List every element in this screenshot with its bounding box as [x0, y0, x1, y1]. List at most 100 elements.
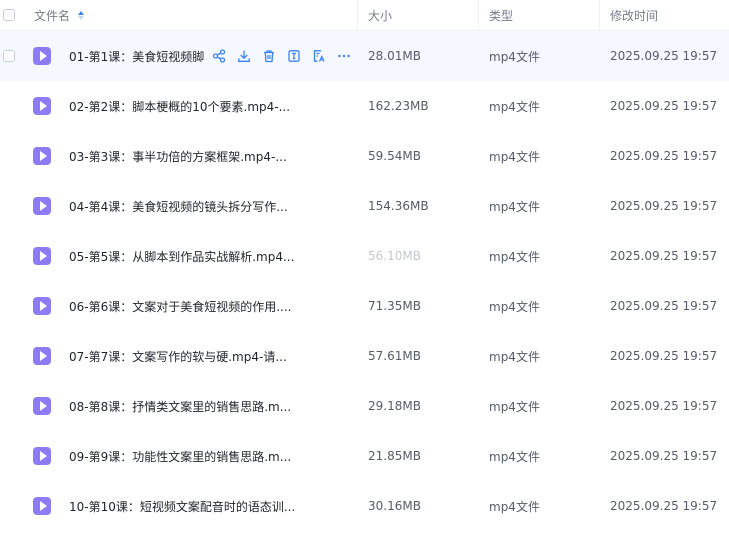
file-name[interactable]: 03-第3课：事半功倍的方案框架.mp4-... — [69, 148, 287, 165]
file-modified-time: 2025.09.25 19:57 — [610, 449, 718, 463]
table-row[interactable]: 05-第5课：从脚本到作品实战解析.mp4... 56.10MB mp4文件 2… — [0, 231, 729, 281]
select-all-checkbox[interactable] — [3, 9, 15, 21]
video-file-icon — [33, 247, 51, 265]
column-header-type-label: 类型 — [489, 8, 514, 23]
table-row[interactable]: 09-第9课：功能性文案里的销售思路.m... 21.85MB mp4文件 20… — [0, 431, 729, 481]
video-file-icon — [33, 297, 51, 315]
row-actions — [211, 49, 351, 64]
video-file-icon — [33, 97, 51, 115]
more-icon[interactable] — [336, 49, 351, 64]
video-file-icon — [33, 447, 51, 465]
name-cell: 05-第5课：从脚本到作品实战解析.mp4... — [28, 247, 358, 265]
file-modified-time: 2025.09.25 19:57 — [610, 99, 718, 113]
file-table: 文件名 大小 类型 修改时间 01-第1课：美食短视频脚本 28.01MB mp… — [0, 0, 729, 531]
header-check-cell — [0, 0, 28, 30]
table-row[interactable]: 08-第8课：抒情类文案里的销售思路.m... 29.18MB mp4文件 20… — [0, 381, 729, 431]
table-row[interactable]: 04-第4课：美食短视频的镜头拆分写作... 154.36MB mp4文件 20… — [0, 181, 729, 231]
name-cell: 03-第3课：事半功倍的方案框架.mp4-... — [28, 147, 358, 165]
file-modified-time: 2025.09.25 19:57 — [610, 199, 718, 213]
file-type: mp4文件 — [489, 499, 540, 514]
file-type: mp4文件 — [489, 399, 540, 414]
file-name[interactable]: 08-第8课：抒情类文案里的销售思路.m... — [69, 398, 291, 415]
sort-icon[interactable] — [78, 10, 85, 20]
file-modified-time: 2025.09.25 19:57 — [610, 149, 718, 163]
table-row[interactable]: 02-第2课：脚本梗概的10个要素.mp4-... 162.23MB mp4文件… — [0, 81, 729, 131]
file-size: 71.35MB — [368, 299, 421, 313]
file-type: mp4文件 — [489, 299, 540, 314]
file-type: mp4文件 — [489, 99, 540, 114]
file-list: 01-第1课：美食短视频脚本 28.01MB mp4文件 2025.09.25 … — [0, 31, 729, 531]
file-size: 57.61MB — [368, 349, 421, 363]
name-cell: 09-第9课：功能性文案里的销售思路.m... — [28, 447, 358, 465]
table-row[interactable]: 07-第7课：文案写作的软与硬.mp4-请... 57.61MB mp4文件 2… — [0, 331, 729, 381]
row-check-cell — [0, 200, 28, 212]
file-size: 59.54MB — [368, 149, 421, 163]
video-file-icon — [33, 397, 51, 415]
file-name[interactable]: 05-第5课：从脚本到作品实战解析.mp4... — [69, 248, 294, 265]
column-header-modified-label: 修改时间 — [610, 8, 659, 23]
file-type: mp4文件 — [489, 349, 540, 364]
download-icon[interactable] — [236, 49, 251, 64]
row-check-cell — [0, 350, 28, 362]
file-type: mp4文件 — [489, 149, 540, 164]
file-name[interactable]: 02-第2课：脚本梗概的10个要素.mp4-... — [69, 98, 290, 115]
video-file-icon — [33, 47, 51, 65]
name-cell: 10-第10课：短视频文案配音时的语态训... — [28, 497, 358, 515]
video-file-icon — [33, 197, 51, 215]
row-check-cell — [0, 500, 28, 512]
column-header-name[interactable]: 文件名 — [28, 0, 358, 30]
file-modified-time: 2025.09.25 19:57 — [610, 249, 718, 263]
row-check-cell — [0, 150, 28, 162]
file-size: 56.10MB — [368, 249, 421, 263]
file-modified-time: 2025.09.25 19:57 — [610, 349, 718, 363]
table-row[interactable]: 03-第3课：事半功倍的方案框架.mp4-... 59.54MB mp4文件 2… — [0, 131, 729, 181]
name-cell: 02-第2课：脚本梗概的10个要素.mp4-... — [28, 97, 358, 115]
file-name[interactable]: 01-第1课：美食短视频脚本 — [69, 48, 205, 65]
file-modified-time: 2025.09.25 19:57 — [610, 299, 718, 313]
row-check-cell — [0, 400, 28, 412]
row-check-cell — [0, 300, 28, 312]
name-cell: 01-第1课：美食短视频脚本 — [28, 47, 358, 65]
file-size: 30.16MB — [368, 499, 421, 513]
file-size: 21.85MB — [368, 449, 421, 463]
file-modified-time: 2025.09.25 19:57 — [610, 499, 718, 513]
file-size: 28.01MB — [368, 49, 421, 63]
file-name[interactable]: 07-第7课：文案写作的软与硬.mp4-请... — [69, 348, 287, 365]
video-file-icon — [33, 497, 51, 515]
file-type: mp4文件 — [489, 199, 540, 214]
name-cell: 06-第6课：文案对于美食短视频的作用.... — [28, 297, 358, 315]
file-type: mp4文件 — [489, 49, 540, 64]
row-check-cell — [0, 250, 28, 262]
name-cell: 07-第7课：文案写作的软与硬.mp4-请... — [28, 347, 358, 365]
file-name[interactable]: 04-第4课：美食短视频的镜头拆分写作... — [69, 198, 288, 215]
name-cell: 04-第4课：美食短视频的镜头拆分写作... — [28, 197, 358, 215]
row-check-cell — [0, 50, 28, 62]
file-name[interactable]: 09-第9课：功能性文案里的销售思路.m... — [69, 448, 291, 465]
file-size: 29.18MB — [368, 399, 421, 413]
table-header: 文件名 大小 类型 修改时间 — [0, 0, 729, 31]
rename-icon[interactable] — [286, 49, 301, 64]
file-modified-time: 2025.09.25 19:57 — [610, 49, 718, 63]
column-header-modified[interactable]: 修改时间 — [600, 0, 729, 30]
column-header-type[interactable]: 类型 — [479, 0, 600, 30]
table-row[interactable]: 01-第1课：美食短视频脚本 28.01MB mp4文件 2025.09.25 … — [0, 31, 729, 81]
move-icon[interactable] — [311, 49, 326, 64]
table-row[interactable]: 06-第6课：文案对于美食短视频的作用.... 71.35MB mp4文件 20… — [0, 281, 729, 331]
file-modified-time: 2025.09.25 19:57 — [610, 399, 718, 413]
share-icon[interactable] — [211, 49, 226, 64]
column-header-size[interactable]: 大小 — [358, 0, 479, 30]
file-name[interactable]: 10-第10课：短视频文案配音时的语态训... — [69, 498, 295, 515]
column-header-size-label: 大小 — [368, 8, 393, 23]
delete-icon[interactable] — [261, 49, 276, 64]
file-type: mp4文件 — [489, 249, 540, 264]
file-name[interactable]: 06-第6课：文案对于美食短视频的作用.... — [69, 298, 292, 315]
table-row[interactable]: 10-第10课：短视频文案配音时的语态训... 30.16MB mp4文件 20… — [0, 481, 729, 531]
row-check-cell — [0, 450, 28, 462]
row-check-cell — [0, 100, 28, 112]
file-size: 154.36MB — [368, 199, 429, 213]
column-header-name-label: 文件名 — [34, 8, 71, 23]
row-checkbox[interactable] — [3, 50, 15, 62]
file-type: mp4文件 — [489, 449, 540, 464]
video-file-icon — [33, 347, 51, 365]
name-cell: 08-第8课：抒情类文案里的销售思路.m... — [28, 397, 358, 415]
